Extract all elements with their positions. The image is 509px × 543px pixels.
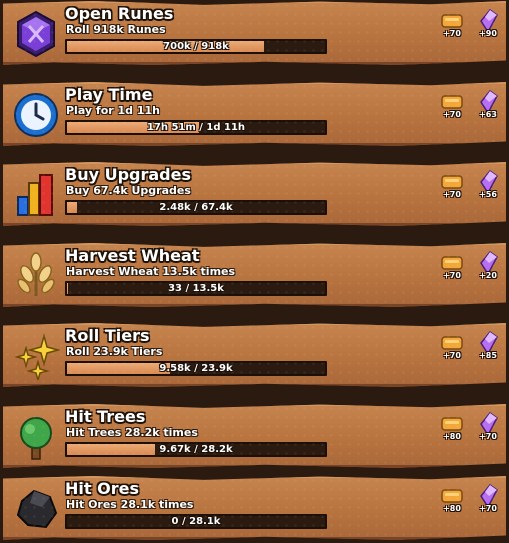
gem-reward-amount: +70 [479, 432, 497, 441]
quest-card-buy-upgrades[interactable]: Buy Upgrades Buy 67.4k Upgrades 2.48k / … [3, 162, 506, 226]
wheat-icon [12, 252, 60, 300]
quest-description: Play for 1d 11h [66, 104, 161, 117]
quest-card-play-time[interactable]: Play Time Play for 1d 11h 17h 51m / 1d 1… [3, 82, 506, 146]
quest-progress-bar: 17h 51m / 1d 11h [65, 120, 327, 135]
gem-reward-amount: +56 [479, 190, 497, 199]
quest-description: Roll 23.9k Tiers [66, 345, 163, 358]
quest-description: Buy 67.4k Upgrades [66, 184, 191, 197]
ore-rock-icon [12, 485, 60, 533]
progress-text: 9.67k / 28.2k [159, 444, 233, 455]
gold-reward-amount: +70 [443, 190, 461, 199]
rune-gem-icon [12, 10, 60, 58]
gem-reward: +20 [475, 251, 501, 283]
gem-reward-amount: +90 [479, 29, 497, 38]
sparkles-icon [12, 332, 60, 380]
gold-reward-amount: +80 [443, 432, 461, 441]
quest-title: Roll Tiers [65, 326, 150, 345]
gem-reward: +63 [475, 90, 501, 122]
gold-reward: +70 [439, 90, 465, 122]
quest-description: Hit Trees 28.2k times [66, 426, 198, 439]
progress-text: 33 / 13.5k [168, 283, 224, 294]
quest-card-harvest-wheat[interactable]: Harvest Wheat Harvest Wheat 13.5k times … [3, 243, 506, 307]
gem-reward: +70 [475, 484, 501, 516]
quest-card-roll-tiers[interactable]: Roll Tiers Roll 23.9k Tiers 9.58k / 23.9… [3, 323, 506, 387]
quest-progress-bar: 2.48k / 67.4k [65, 200, 327, 215]
gem-reward: +70 [475, 412, 501, 444]
quest-progress-bar: 9.67k / 28.2k [65, 442, 327, 457]
gold-reward: +70 [439, 170, 465, 202]
gem-reward: +90 [475, 9, 501, 41]
quest-description: Hit Ores 28.1k times [66, 498, 194, 511]
tree-icon [12, 413, 60, 461]
gold-reward: +80 [439, 484, 465, 516]
gold-reward-amount: +70 [443, 29, 461, 38]
quest-progress-bar: 9.58k / 23.9k [65, 361, 327, 376]
progress-text: 700k / 918k [163, 41, 229, 52]
gold-reward-amount: +70 [443, 271, 461, 280]
gold-reward-amount: +80 [443, 504, 461, 513]
gem-reward: +56 [475, 170, 501, 202]
quest-progress-bar: 0 / 28.1k [65, 514, 327, 529]
progress-text: 0 / 28.1k [171, 516, 221, 527]
bar-chart-icon [12, 171, 60, 219]
quest-title: Hit Trees [65, 407, 146, 426]
gold-reward: +70 [439, 9, 465, 41]
gold-reward-amount: +70 [443, 110, 461, 119]
quest-description: Harvest Wheat 13.5k times [66, 265, 236, 278]
quest-progress-bar: 700k / 918k [65, 39, 327, 54]
gem-reward-amount: +85 [479, 351, 497, 360]
gem-reward: +85 [475, 331, 501, 363]
quest-title: Open Runes [65, 4, 174, 23]
quest-title: Play Time [65, 85, 153, 104]
quest-title: Harvest Wheat [65, 246, 200, 265]
gem-reward-amount: +20 [479, 271, 497, 280]
progress-text: 2.48k / 67.4k [159, 202, 233, 213]
gold-reward: +70 [439, 331, 465, 363]
gold-reward: +80 [439, 412, 465, 444]
progress-text: 9.58k / 23.9k [159, 363, 233, 374]
quest-progress-bar: 33 / 13.5k [65, 281, 327, 296]
gem-reward-amount: +63 [479, 110, 497, 119]
quest-card-hit-trees[interactable]: Hit Trees Hit Trees 28.2k times 9.67k / … [3, 404, 506, 468]
quest-title: Buy Upgrades [65, 165, 191, 184]
quest-card-open-runes[interactable]: Open Runes Roll 918k Runes 700k / 918k +… [3, 1, 506, 65]
gem-reward-amount: +70 [479, 504, 497, 513]
quest-description: Roll 918k Runes [66, 23, 166, 36]
quest-title: Hit Ores [65, 479, 139, 498]
progress-text: 17h 51m / 1d 11h [146, 122, 246, 133]
quest-card-hit-ores[interactable]: Hit Ores Hit Ores 28.1k times 0 / 28.1k … [3, 476, 506, 540]
gold-reward-amount: +70 [443, 351, 461, 360]
gold-reward: +70 [439, 251, 465, 283]
clock-icon [12, 91, 60, 139]
